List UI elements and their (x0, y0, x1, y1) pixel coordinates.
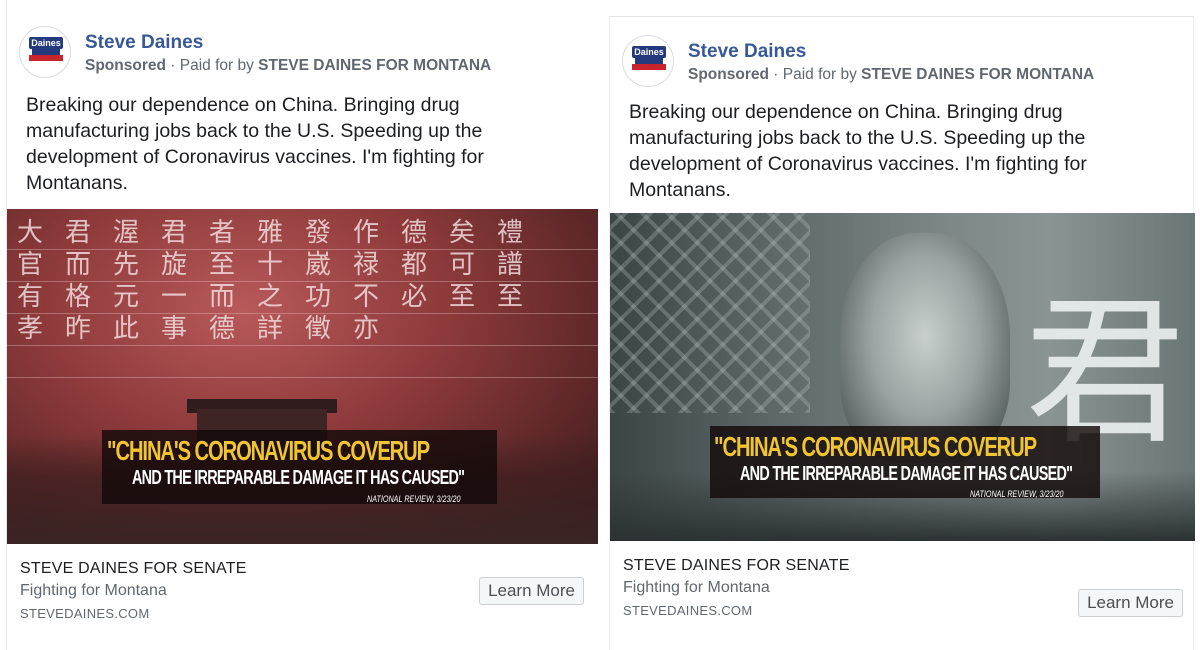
post-header: Daines Steve Daines Sponsored · Paid for… (622, 35, 1182, 87)
footer-domain: STEVEDAINES.COM (20, 606, 150, 621)
quote-headline: "CHINA'S CORONAVIRUS COVERUP (107, 435, 430, 466)
footer-subtitle: Fighting for Montana (20, 582, 167, 599)
avatar-logo-text: Daines (29, 37, 63, 49)
page-avatar[interactable]: Daines (622, 35, 674, 87)
learn-more-button[interactable]: Learn More (1078, 589, 1183, 617)
sponsored-label[interactable]: Sponsored (85, 57, 166, 74)
separator-dot: · (170, 57, 180, 74)
ad-footer[interactable]: STEVE DAINES FOR SENATE Fighting for Mon… (610, 541, 1195, 631)
footer-title: STEVE DAINES FOR SENATE (20, 560, 247, 577)
learn-more-button[interactable]: Learn More (479, 577, 584, 605)
grid-line (7, 345, 598, 346)
quote-subline: AND THE IRREPARABLE DAMAGE IT HAS CAUSED… (132, 467, 465, 489)
logo-stripe-icon (29, 55, 63, 61)
ad-image[interactable]: 大君渥君者雅發作德矣禮官而先旋至十崴禄都可譜有格元一而之功不必至至孝昨此事德詳徵… (7, 209, 598, 544)
paid-for-prefix: Paid for by (782, 66, 857, 83)
page-name-link[interactable]: Steve Daines (688, 41, 806, 63)
sponsored-label[interactable]: Sponsored (688, 66, 769, 83)
ad-footer[interactable]: STEVE DAINES FOR SENATE Fighting for Mon… (7, 544, 598, 634)
quote-subline: AND THE IRREPARABLE DAMAGE IT HAS CAUSED… (740, 463, 1073, 485)
post-body-text: Breaking our dependence on China. Bringi… (26, 94, 484, 194)
logo-stripe-icon (632, 64, 666, 70)
calligraphy-background: 大君渥君者雅發作德矣禮官而先旋至十崴禄都可譜有格元一而之功不必至至孝昨此事德詳徵… (17, 218, 546, 344)
paid-for-entity: STEVE DAINES FOR MONTANA (861, 66, 1095, 83)
separator-dot: · (773, 66, 783, 83)
sponsored-post-left: Daines Steve Daines Sponsored · Paid for… (6, 0, 598, 650)
grid-line (7, 377, 598, 378)
quote-headline: "CHINA'S CORONAVIRUS COVERUP (714, 431, 1037, 462)
page-avatar[interactable]: Daines (19, 26, 71, 78)
post-body-text: Breaking our dependence on China. Bringi… (629, 101, 1087, 201)
sponsored-post-right: Daines Steve Daines Sponsored · Paid for… (609, 16, 1195, 650)
page-name-link[interactable]: Steve Daines (85, 32, 203, 54)
ad-image[interactable]: 君 "CHINA'S CORONAVIRUS COVERUP AND THE I… (610, 213, 1195, 541)
paid-for-prefix: Paid for by (179, 57, 254, 74)
post-header: Daines Steve Daines Sponsored · Paid for… (19, 26, 579, 78)
avatar-logo-text: Daines (632, 46, 666, 58)
quote-source: NATIONAL REVIEW, 3/23/20 (367, 494, 461, 504)
sponsored-line: Sponsored · Paid for by STEVE DAINES FOR… (688, 66, 1094, 84)
quote-source: NATIONAL REVIEW, 3/23/20 (970, 489, 1064, 499)
footer-subtitle: Fighting for Montana (623, 579, 770, 596)
paid-for-entity: STEVE DAINES FOR MONTANA (258, 57, 492, 74)
sponsored-line: Sponsored · Paid for by STEVE DAINES FOR… (85, 57, 491, 75)
lattice-pattern (610, 213, 810, 413)
footer-title: STEVE DAINES FOR SENATE (623, 557, 850, 574)
footer-domain: STEVEDAINES.COM (623, 603, 753, 618)
